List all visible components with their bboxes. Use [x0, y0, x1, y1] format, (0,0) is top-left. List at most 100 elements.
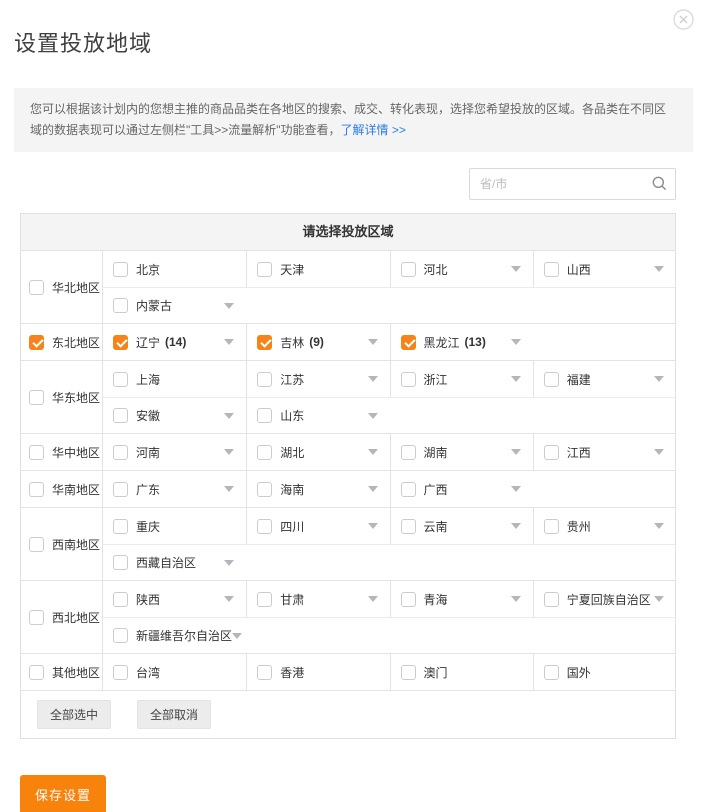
- province-checkbox[interactable]: [257, 445, 272, 460]
- province-checkbox[interactable]: [544, 592, 559, 607]
- region-label[interactable]: 其他地区: [52, 664, 100, 681]
- province-label[interactable]: 广东: [136, 481, 160, 498]
- chevron-down-icon[interactable]: [511, 266, 521, 272]
- region-checkbox[interactable]: [29, 482, 44, 497]
- region-label[interactable]: 西北地区: [52, 609, 100, 626]
- region-checkbox[interactable]: [29, 335, 44, 350]
- chevron-down-icon[interactable]: [224, 449, 234, 455]
- province-checkbox[interactable]: [401, 262, 416, 277]
- province-label[interactable]: 宁夏回族自治区: [567, 591, 651, 608]
- select-all-button[interactable]: 全部选中: [37, 700, 111, 729]
- chevron-down-icon[interactable]: [368, 413, 378, 419]
- chevron-down-icon[interactable]: [511, 596, 521, 602]
- province-checkbox[interactable]: [113, 335, 128, 350]
- province-label[interactable]: 江西: [567, 444, 591, 461]
- chevron-down-icon[interactable]: [368, 449, 378, 455]
- save-settings-button[interactable]: 保存设置: [20, 775, 106, 812]
- province-label[interactable]: 国外: [567, 664, 591, 681]
- province-checkbox[interactable]: [113, 555, 128, 570]
- chevron-down-icon[interactable]: [232, 633, 242, 639]
- province-checkbox[interactable]: [401, 519, 416, 534]
- province-checkbox[interactable]: [401, 592, 416, 607]
- region-label[interactable]: 东北地区: [52, 334, 100, 351]
- province-checkbox[interactable]: [544, 519, 559, 534]
- province-label[interactable]: 台湾: [136, 664, 160, 681]
- chevron-down-icon[interactable]: [511, 376, 521, 382]
- province-label[interactable]: 黑龙江: [424, 334, 460, 351]
- region-checkbox[interactable]: [29, 280, 44, 295]
- chevron-down-icon[interactable]: [224, 486, 234, 492]
- province-label[interactable]: 香港: [280, 664, 304, 681]
- province-label[interactable]: 贵州: [567, 518, 591, 535]
- province-checkbox[interactable]: [257, 372, 272, 387]
- province-checkbox[interactable]: [113, 592, 128, 607]
- province-checkbox[interactable]: [257, 482, 272, 497]
- province-label[interactable]: 河南: [136, 444, 160, 461]
- chevron-down-icon[interactable]: [654, 523, 664, 529]
- chevron-down-icon[interactable]: [368, 523, 378, 529]
- province-checkbox[interactable]: [401, 482, 416, 497]
- region-checkbox[interactable]: [29, 537, 44, 552]
- province-checkbox[interactable]: [544, 665, 559, 680]
- province-label[interactable]: 吉林: [280, 334, 304, 351]
- province-checkbox[interactable]: [113, 519, 128, 534]
- province-label[interactable]: 湖北: [280, 444, 304, 461]
- chevron-down-icon[interactable]: [654, 376, 664, 382]
- region-label[interactable]: 华北地区: [52, 279, 100, 296]
- province-label[interactable]: 澳门: [424, 664, 448, 681]
- province-label[interactable]: 湖南: [424, 444, 448, 461]
- chevron-down-icon[interactable]: [511, 449, 521, 455]
- province-label[interactable]: 青海: [424, 591, 448, 608]
- province-label[interactable]: 安徽: [136, 407, 160, 424]
- chevron-down-icon[interactable]: [224, 413, 234, 419]
- chevron-down-icon[interactable]: [224, 303, 234, 309]
- region-label[interactable]: 华东地区: [52, 389, 100, 406]
- province-label[interactable]: 北京: [136, 261, 160, 278]
- region-checkbox[interactable]: [29, 390, 44, 405]
- region-label[interactable]: 华南地区: [52, 481, 100, 498]
- deselect-all-button[interactable]: 全部取消: [137, 700, 211, 729]
- province-checkbox[interactable]: [544, 372, 559, 387]
- province-checkbox[interactable]: [544, 262, 559, 277]
- chevron-down-icon[interactable]: [511, 486, 521, 492]
- close-icon[interactable]: [673, 9, 694, 30]
- province-checkbox[interactable]: [113, 482, 128, 497]
- province-checkbox[interactable]: [257, 335, 272, 350]
- province-label[interactable]: 辽宁: [136, 334, 160, 351]
- province-label[interactable]: 陕西: [136, 591, 160, 608]
- province-label[interactable]: 云南: [424, 518, 448, 535]
- province-checkbox[interactable]: [257, 408, 272, 423]
- learn-more-link[interactable]: 了解详情 >>: [341, 123, 406, 137]
- chevron-down-icon[interactable]: [368, 376, 378, 382]
- province-label[interactable]: 山东: [280, 407, 304, 424]
- province-checkbox[interactable]: [257, 665, 272, 680]
- province-label[interactable]: 浙江: [424, 371, 448, 388]
- region-checkbox[interactable]: [29, 445, 44, 460]
- province-label[interactable]: 内蒙古: [136, 297, 172, 314]
- province-label[interactable]: 山西: [567, 261, 591, 278]
- province-checkbox[interactable]: [544, 445, 559, 460]
- province-label[interactable]: 新疆维吾尔自治区: [136, 627, 232, 644]
- region-label[interactable]: 华中地区: [52, 444, 100, 461]
- chevron-down-icon[interactable]: [224, 560, 234, 566]
- province-checkbox[interactable]: [257, 519, 272, 534]
- region-label[interactable]: 西南地区: [52, 536, 100, 553]
- province-city-search-input[interactable]: [469, 168, 676, 200]
- chevron-down-icon[interactable]: [654, 596, 664, 602]
- province-checkbox[interactable]: [113, 372, 128, 387]
- province-checkbox[interactable]: [401, 445, 416, 460]
- province-checkbox[interactable]: [257, 592, 272, 607]
- province-label[interactable]: 天津: [280, 261, 304, 278]
- region-checkbox[interactable]: [29, 610, 44, 625]
- province-label[interactable]: 河北: [424, 261, 448, 278]
- province-label[interactable]: 海南: [280, 481, 304, 498]
- province-label[interactable]: 重庆: [136, 518, 160, 535]
- province-checkbox[interactable]: [113, 408, 128, 423]
- province-checkbox[interactable]: [113, 298, 128, 313]
- province-checkbox[interactable]: [113, 262, 128, 277]
- province-label[interactable]: 上海: [136, 371, 160, 388]
- province-label[interactable]: 甘肃: [280, 591, 304, 608]
- province-label[interactable]: 西藏自治区: [136, 554, 196, 571]
- chevron-down-icon[interactable]: [368, 486, 378, 492]
- province-checkbox[interactable]: [113, 665, 128, 680]
